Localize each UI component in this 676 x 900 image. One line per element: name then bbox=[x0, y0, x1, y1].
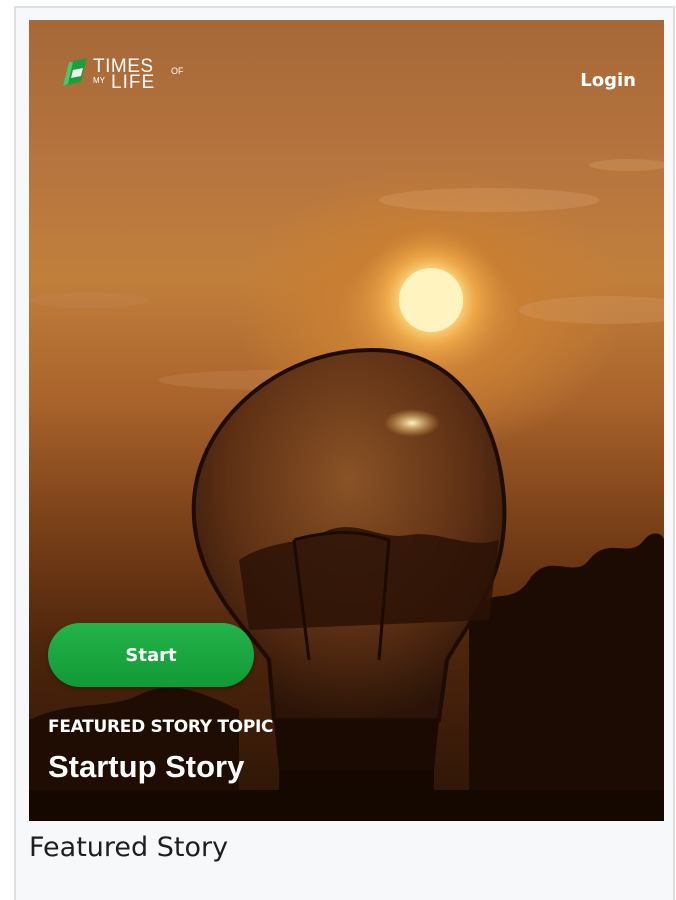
bulb-base bbox=[274, 720, 439, 770]
leaf-logo-icon bbox=[63, 58, 87, 86]
logo-life: LIFE bbox=[111, 72, 156, 93]
card-caption: Featured Story bbox=[29, 832, 229, 863]
start-button[interactable]: Start bbox=[48, 623, 254, 687]
login-link[interactable]: Login bbox=[580, 70, 636, 91]
lightbulb-sunset-photo bbox=[29, 159, 664, 821]
featured-story-card[interactable]: TIMES OF MY LIFE Login Start FEATURED ST… bbox=[14, 6, 675, 900]
times-of-my-life-logo[interactable]: TIMES OF MY LIFE bbox=[59, 56, 205, 93]
logo-wordmark: TIMES OF MY LIFE bbox=[93, 56, 205, 93]
hero-image[interactable]: TIMES OF MY LIFE Login Start FEATURED ST… bbox=[29, 20, 664, 821]
featured-topic-label: FEATURED STORY TOPIC bbox=[48, 717, 274, 737]
logo-of: OF bbox=[171, 66, 184, 76]
featured-topic-title: Startup Story bbox=[48, 749, 245, 784]
logo-my: MY bbox=[93, 76, 105, 85]
